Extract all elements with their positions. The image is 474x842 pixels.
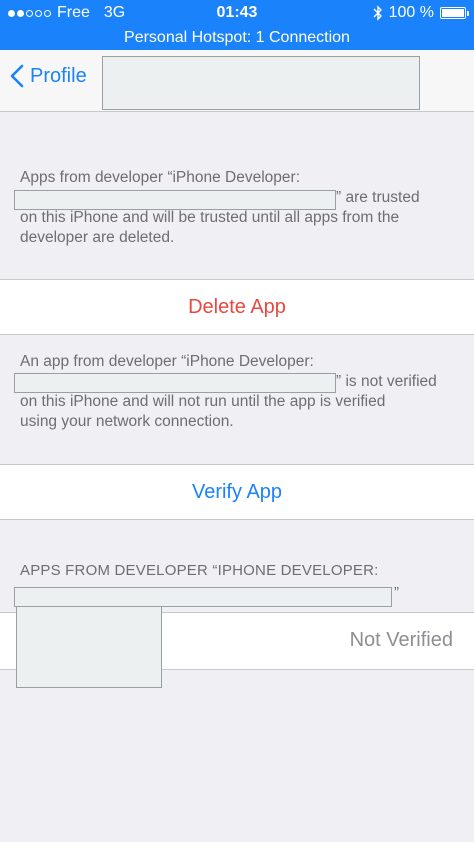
not-verified-line-1: An app from developer “iPhone Developer:: [20, 353, 314, 370]
apps-header-line-2-suffix: ”: [394, 584, 400, 601]
not-verified-line-2-suffix: ” is not verified: [336, 373, 437, 390]
verify-app-cell: Verify App: [0, 464, 474, 520]
trusted-line-3: on this iPhone and will be trusted until…: [20, 209, 400, 226]
redacted-developer-name-2: [14, 373, 336, 393]
redacted-app-icon: [16, 606, 162, 688]
battery-percent: 100 %: [388, 4, 434, 21]
verify-app-button[interactable]: Verify App: [0, 465, 474, 519]
bluetooth-icon: [373, 5, 382, 21]
redacted-nav-title: [102, 56, 420, 110]
app-verification-status: Not Verified: [349, 629, 453, 651]
redacted-developer-name-1: [14, 190, 336, 210]
redacted-developer-name-3: [14, 587, 392, 607]
apps-header-line-1: APPS FROM DEVELOPER “IPHONE DEVELOPER:: [20, 562, 379, 579]
trusted-line-2-suffix: ” are trusted: [336, 189, 420, 206]
status-right: 100 %: [373, 4, 469, 22]
delete-app-button[interactable]: Delete App: [0, 280, 474, 334]
hotspot-bar[interactable]: Personal Hotspot: 1 Connection: [0, 26, 474, 50]
chevron-left-icon: [10, 64, 24, 88]
status-bar: Free 3G 01:43 100 %: [0, 0, 474, 26]
battery-icon: [440, 7, 469, 19]
back-button-label: Profile: [30, 64, 87, 87]
not-verified-line-3: on this iPhone and will not run until th…: [20, 393, 386, 410]
back-button[interactable]: Profile: [10, 64, 87, 88]
trusted-line-1: Apps from developer “iPhone Developer:: [20, 169, 301, 186]
delete-app-cell: Delete App: [0, 279, 474, 335]
not-verified-line-4: using your network connection.: [20, 413, 234, 430]
battery-level: [442, 9, 464, 17]
nav-bar: Profile: [0, 50, 474, 112]
apps-section-header: APPS FROM DEVELOPER “IPHONE DEVELOPER: ”: [14, 562, 454, 607]
trusted-line-4: developer are deleted.: [20, 229, 175, 246]
